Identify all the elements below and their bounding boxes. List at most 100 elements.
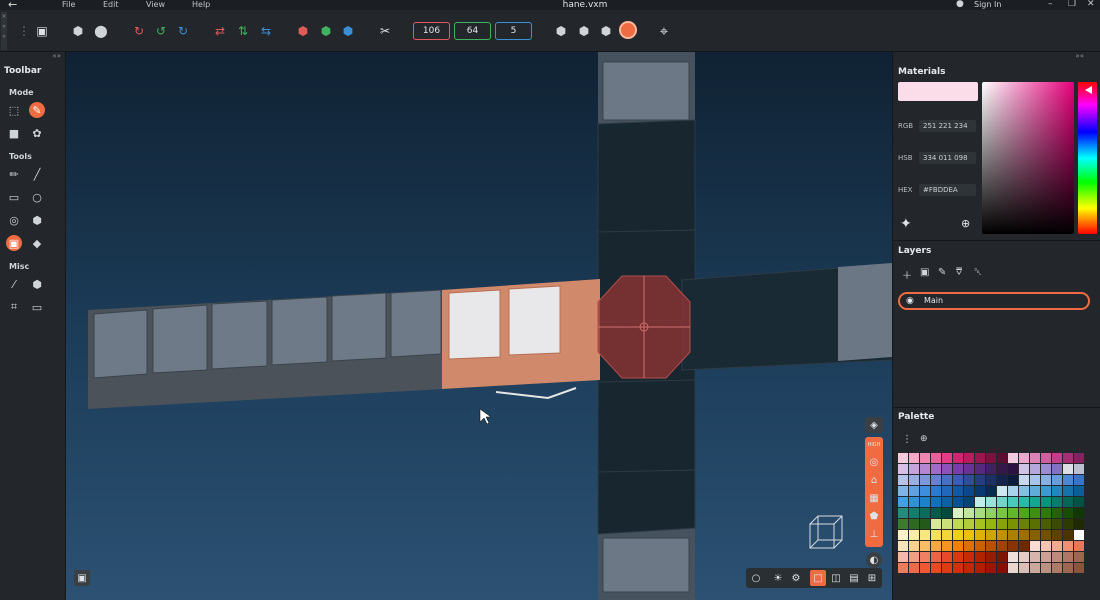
palette-swatch[interactable] [986,497,996,507]
palette-swatch[interactable] [1008,453,1018,463]
palette-swatch[interactable] [920,453,930,463]
split-view-icon[interactable]: ◫ [828,570,844,586]
size-z-input[interactable]: 5 [495,22,532,40]
palette-swatch[interactable] [931,541,941,551]
view-front-icon[interactable]: ⬢ [553,23,569,39]
palette-swatch[interactable] [1019,486,1029,496]
palette-swatch[interactable] [898,519,908,529]
palette-swatch[interactable] [920,530,930,540]
palette-swatch[interactable] [1052,464,1062,474]
shapes-icon[interactable]: ⬤ [93,23,109,39]
palette-swatch[interactable] [964,530,974,540]
palette-swatch[interactable] [975,519,985,529]
rectangle-icon[interactable]: ▭ [6,189,22,205]
hue-slider[interactable] [1078,82,1097,234]
eyedropper-icon[interactable]: ⁄ [6,276,22,292]
axes-icon[interactable]: ⊥ [866,526,882,542]
collapse-right-icon[interactable]: »« [1075,52,1084,60]
palette-swatch[interactable] [1019,541,1029,551]
more-options-icon[interactable]: ⋮ [902,434,912,445]
palette-swatch[interactable] [997,453,1007,463]
saturation-picker[interactable] [982,82,1074,234]
palette-swatch[interactable] [1052,519,1062,529]
palette-swatch[interactable] [1030,563,1040,573]
palette-swatch[interactable] [1008,530,1018,540]
crop-misc-icon[interactable]: ⌗ [6,299,22,315]
flip-z-icon[interactable]: ⇆ [258,23,274,39]
palette-swatch[interactable] [1008,508,1018,518]
display-icon[interactable]: ▭ [29,299,45,315]
palette-swatch[interactable] [942,541,952,551]
flip-x-icon[interactable]: ⇄ [212,23,228,39]
palette-swatch[interactable] [1074,541,1084,551]
palette-swatch[interactable] [986,519,996,529]
delete-layer-icon[interactable]: ␡ [974,267,982,278]
palette-swatch[interactable] [1052,508,1062,518]
palette-swatch[interactable] [1041,552,1051,562]
hsb-field[interactable]: 334 011 098 [919,152,976,164]
rgb-field[interactable]: 251 221 234 [919,120,976,132]
paint-mode-icon[interactable]: ✎ [29,102,45,118]
palette-swatch[interactable] [1063,530,1073,540]
axis-x-cube-icon[interactable]: ⬢ [295,23,311,39]
add-layer-icon[interactable]: ＋ [902,267,912,282]
palette-swatch[interactable] [1030,519,1040,529]
palette-swatch[interactable] [942,508,952,518]
palette-swatch[interactable] [1063,497,1073,507]
fill-bucket-icon[interactable]: ◆ [29,235,45,251]
palette-swatch[interactable] [909,541,919,551]
palette-swatch[interactable] [1052,497,1062,507]
palette-swatch[interactable] [898,453,908,463]
palette-swatch[interactable] [1008,519,1018,529]
palette-swatch[interactable] [1041,497,1051,507]
flip-y-icon[interactable]: ⇅ [235,23,251,39]
merge-layer-icon[interactable]: ⩢ [956,267,962,278]
palette-swatch[interactable] [1008,464,1018,474]
palette-swatch[interactable] [964,508,974,518]
palette-swatch[interactable] [975,508,985,518]
palette-swatch[interactable] [975,486,985,496]
layers-view-icon[interactable]: ⬟ [866,508,882,524]
current-color-swatch[interactable] [898,82,978,101]
visibility-icon[interactable]: ◉ [906,294,914,308]
palette-swatch[interactable] [986,530,996,540]
palette-swatch[interactable] [1019,519,1029,529]
palette-swatch[interactable] [1063,475,1073,485]
palette-swatch[interactable] [1074,475,1084,485]
palette-swatch[interactable] [1074,453,1084,463]
close-icon[interactable]: ✕ [1087,0,1095,9]
settings-icon[interactable]: ⚙ [788,570,804,586]
palette-swatch[interactable] [931,464,941,474]
palette-swatch[interactable] [909,453,919,463]
edit-layer-icon[interactable]: ✎ [938,267,946,278]
palette-swatch[interactable] [942,519,952,529]
select-mode-icon[interactable]: ⬚ [6,102,22,118]
palette-swatch[interactable] [997,563,1007,573]
view-top-icon[interactable]: ⬢ [598,23,614,39]
palette-swatch[interactable] [1063,486,1073,496]
target-icon[interactable]: ⌖ [656,22,672,40]
palette-swatch[interactable] [909,475,919,485]
palette-swatch[interactable] [964,486,974,496]
palette-swatch[interactable] [964,552,974,562]
palette-swatch[interactable] [898,563,908,573]
3d-viewport[interactable]: ◈ HIGH ◎ ⌂ ▦ ⬟ ⊥ ◐ ▣ ○ ☀ ⚙ □ ◫ ▤ ⊞ [66,52,892,600]
sign-in-link[interactable]: Sign In [974,0,1001,9]
palette-swatch[interactable] [942,497,952,507]
palette-swatch[interactable] [975,453,985,463]
palette-swatch[interactable] [1019,453,1029,463]
camera-icon[interactable]: ▣ [74,570,90,586]
palette-swatch[interactable] [953,563,963,573]
palette-zoom-icon[interactable]: ⊕ [920,434,928,444]
palette-swatch[interactable] [1041,453,1051,463]
palette-swatch[interactable] [1063,453,1073,463]
palette-swatch[interactable] [931,497,941,507]
palette-swatch[interactable] [1052,563,1062,573]
palette-swatch[interactable] [1041,519,1051,529]
globe-icon[interactable]: ◐ [866,552,882,568]
palette-swatch[interactable] [909,519,919,529]
palette-swatch[interactable] [1019,563,1029,573]
palette-swatch[interactable] [898,552,908,562]
size-y-input[interactable]: 64 [454,22,491,40]
palette-swatch[interactable] [997,486,1007,496]
